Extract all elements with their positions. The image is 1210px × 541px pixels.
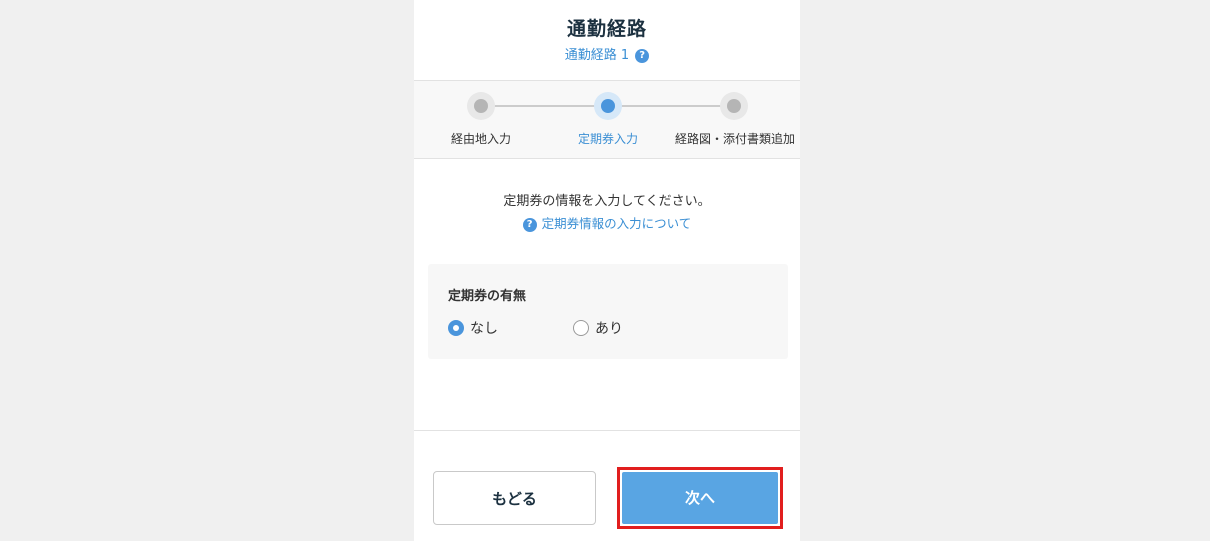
step-dot-inner — [601, 99, 615, 113]
radio-option-label: あり — [595, 321, 623, 337]
pass-availability-card: 定期券の有無 なし あり — [428, 264, 788, 359]
step-dot-inner — [727, 99, 741, 113]
footer-divider — [414, 430, 800, 431]
step-dot-inner — [474, 99, 488, 113]
radio-checked-icon[interactable] — [448, 320, 464, 336]
step-indicator-2 — [594, 92, 622, 120]
step-label-2: 定期券入力 — [578, 132, 639, 146]
route-subtitle: 通勤経路 1? — [414, 44, 800, 63]
step-connector-1 — [494, 105, 596, 107]
instruction-text: 定期券の情報を入力してください。 — [503, 194, 711, 209]
radio-unchecked-icon[interactable] — [573, 320, 589, 336]
help-link-text: 定期券情報の入力について — [541, 216, 692, 231]
radio-option-label: なし — [470, 321, 498, 337]
page-background: 通勤経路 通勤経路 1? 経由地入力 定期券入力 経路図・添付書類追加 定期券の… — [0, 0, 1210, 541]
route-subtitle-text: 通勤経路 1 — [564, 48, 630, 63]
next-button[interactable]: 次へ — [622, 472, 778, 524]
panel-header: 通勤経路 通勤経路 1? — [414, 0, 800, 81]
commute-route-panel: 通勤経路 通勤経路 1? 経由地入力 定期券入力 経路図・添付書類追加 定期券の… — [414, 0, 800, 541]
step-indicator-1 — [467, 92, 495, 120]
step-label-3: 経路図・添付書類追加 — [675, 132, 796, 146]
step-connector-2 — [620, 105, 722, 107]
help-icon[interactable]: ? — [635, 49, 650, 63]
step-label-1: 経由地入力 — [451, 132, 512, 146]
page-title: 通勤経路 — [566, 18, 647, 40]
progress-stepper: 経由地入力 定期券入力 経路図・添付書類追加 — [414, 81, 800, 159]
radio-option-exists[interactable]: あり — [573, 318, 623, 338]
radio-option-none[interactable]: なし — [448, 318, 498, 338]
pass-info-help-link[interactable]: ? 定期券情報の入力について — [414, 213, 800, 232]
help-icon: ? — [522, 218, 537, 232]
step-indicator-3 — [720, 92, 748, 120]
pass-availability-label: 定期券の有無 — [448, 289, 527, 304]
back-button[interactable]: もどる — [433, 471, 596, 525]
